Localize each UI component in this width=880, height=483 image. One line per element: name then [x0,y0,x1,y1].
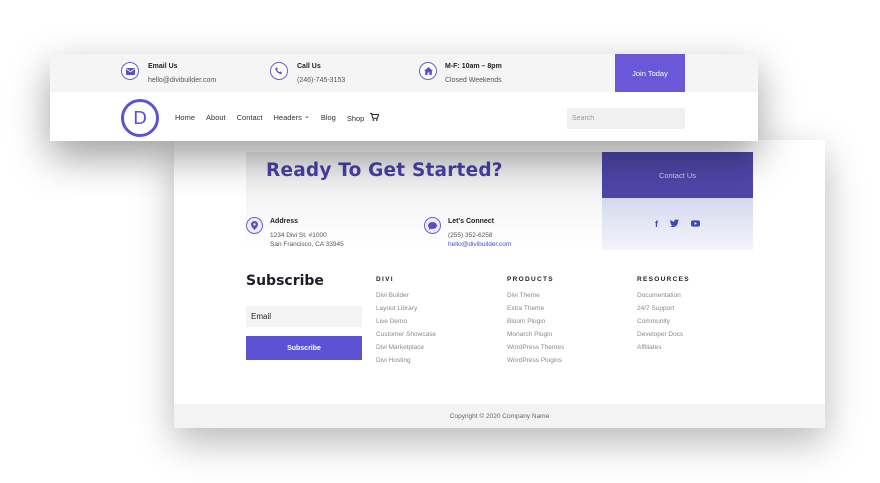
footer-link[interactable]: Documentation [637,292,690,305]
footer-link[interactable]: Extra Theme [507,305,564,318]
footer-link[interactable]: Divi Theme [507,292,564,305]
footer-layout-card: Ready To Get Started? Contact Us f Addre… [174,140,825,428]
subscribe-title: Subscribe [246,273,324,289]
call-us-title: Call Us [297,63,321,70]
email-us-value[interactable]: hello@divibuilder.com [148,77,216,84]
header-layout-card: Email Us hello@divibuilder.com Call Us (… [50,54,758,141]
email-us-title: Email Us [148,63,178,70]
nav-item-home[interactable]: Home [175,113,195,123]
hours-value: Closed Weekends [445,77,502,84]
column-heading: PRODUCTS [507,276,554,283]
main-nav: Home About Contact Headers ⌄ Blog Shop [175,113,380,123]
search-input[interactable] [567,108,685,129]
footer-column-resources: RESOURCES Documentation 24/7 Support Com… [637,276,690,357]
footer-link[interactable]: Community [637,318,690,331]
connect-phone: (255) 352-6258 [448,232,493,239]
contact-us-button[interactable]: Contact Us [602,152,753,198]
top-bar: Email Us hello@divibuilder.com Call Us (… [50,54,758,92]
nav-item-headers-label: Headers [273,113,302,122]
footer-link[interactable]: Layout Library [376,305,436,318]
footer-link[interactable]: Monarch Plugin [507,331,564,344]
nav-item-shop[interactable]: Shop [347,113,380,123]
nav-item-contact[interactable]: Contact [237,113,263,123]
footer-link[interactable]: Customer Showcase [376,331,436,344]
address-line-1: 1234 Divi St. #1000 [270,232,327,239]
join-today-button[interactable]: Join Today [615,54,685,92]
footer-link[interactable]: 24/7 Support [637,305,690,318]
footer-link[interactable]: Affiliates [637,344,690,357]
connect-email-link[interactable]: hello@divibuilder.com [448,241,511,248]
nav-item-shop-label: Shop [346,114,365,123]
footer-link[interactable]: Divi Hosting [376,357,436,370]
copyright-bar: Copyright © 2020 Company Name [174,404,825,428]
footer-column-divi: DIVI Divi Builder Layout Library Live De… [376,276,436,370]
page: Ready To Get Started? Contact Us f Addre… [0,0,880,483]
footer-column-products: PRODUCTS Divi Theme Extra Theme Bloom Pl… [507,276,564,370]
footer-link[interactable]: Divi Builder [376,292,436,305]
map-pin-icon [246,217,263,234]
nav-item-blog[interactable]: Blog [321,113,336,123]
copyright-text: Copyright © 2020 Company Name [449,412,550,420]
column-heading: DIVI [376,276,394,283]
cart-icon[interactable] [370,113,380,123]
footer-link[interactable]: Divi Marketplace [376,344,436,357]
connect-title: Let's Connect [448,218,495,225]
social-links: f [602,198,753,250]
footer-link[interactable]: Live Demo [376,318,436,331]
cta-title: Ready To Get Started? [266,160,503,181]
footer-link[interactable]: Bloom Plugin [507,318,564,331]
call-us-value[interactable]: (246)-745-3153 [297,77,345,84]
phone-icon [270,62,288,80]
column-heading: RESOURCES [637,276,690,283]
chevron-down-icon: ⌄ [303,113,310,120]
nav-item-about[interactable]: About [206,113,226,123]
chat-icon [424,217,441,234]
subscribe-button[interactable]: Subscribe [246,336,362,360]
address-line-2: San Francisco, CA 33945 [270,241,344,248]
hours-title: M-F: 10am – 8pm [445,63,502,70]
youtube-icon[interactable] [691,219,700,229]
footer-link[interactable]: WordPress Themes [507,344,564,357]
cta-side-panel: Contact Us f [602,152,753,250]
logo[interactable]: D [121,99,159,137]
envelope-icon [121,62,139,80]
address-title: Address [270,218,299,225]
nav-item-headers[interactable]: Headers ⌄ [273,113,309,123]
footer-link[interactable]: WordPress Plugins [507,357,564,370]
footer-link[interactable]: Developer Docs [637,331,690,344]
facebook-icon[interactable]: f [655,219,658,229]
email-field[interactable] [246,306,362,327]
home-icon [419,62,437,80]
twitter-icon[interactable] [670,219,679,229]
